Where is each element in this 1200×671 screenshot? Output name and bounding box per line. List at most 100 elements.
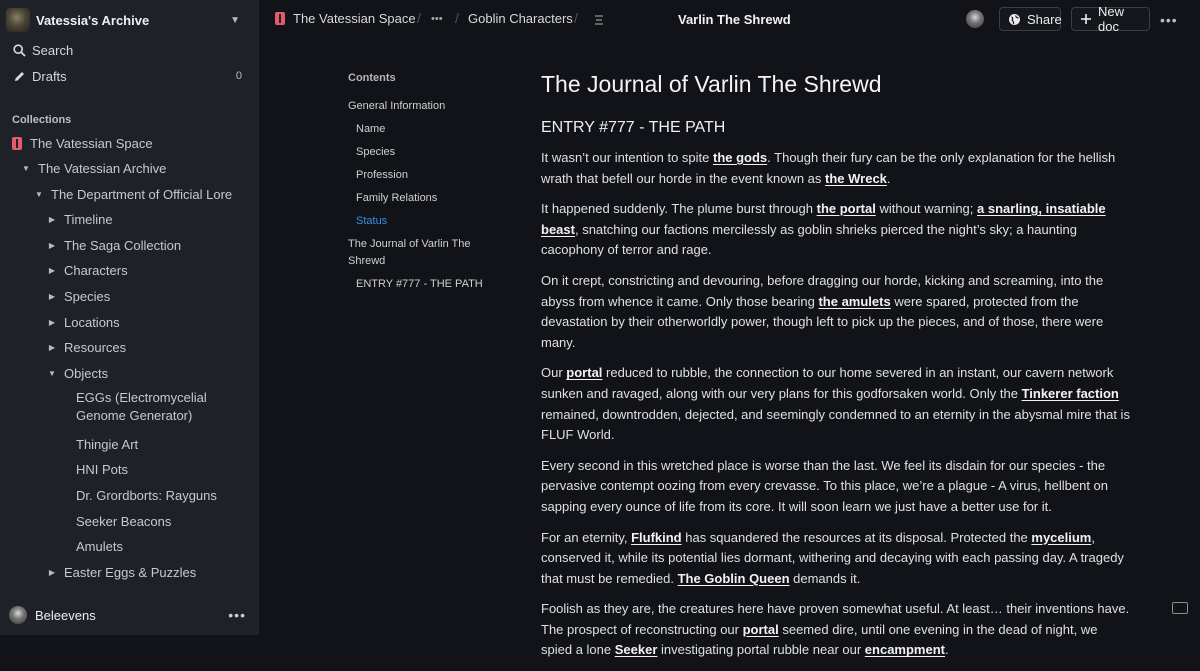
tree-item-label: The Vatessian Archive bbox=[38, 160, 167, 176]
mention-link[interactable]: Flufkind bbox=[631, 530, 682, 545]
caret-right-icon[interactable]: ▶ bbox=[47, 292, 57, 301]
caret-right-icon[interactable]: ▶ bbox=[47, 343, 57, 352]
tree-item-resources[interactable]: ▶ Resources bbox=[47, 336, 126, 358]
paragraph: Foolish as they are, the creatures here … bbox=[541, 599, 1131, 661]
user-name: Beleevens bbox=[35, 607, 96, 623]
breadcrumb-space-label: The Vatessian Space bbox=[293, 11, 416, 26]
mention-link[interactable]: mycelium bbox=[1031, 530, 1091, 545]
more-icon[interactable]: ••• bbox=[1160, 12, 1178, 28]
tree-item-department-lore[interactable]: ▼ The Department of Official Lore bbox=[34, 183, 232, 205]
tree-item-locations[interactable]: ▶ Locations bbox=[47, 311, 120, 333]
breadcrumb-goblin-characters[interactable]: Goblin Characters bbox=[468, 11, 573, 26]
sidebar: Vatessia's Archive ▼ Search Drafts 0 Col… bbox=[0, 0, 259, 635]
chevron-down-icon: ▼ bbox=[230, 14, 240, 26]
mention-link[interactable]: the portal bbox=[817, 201, 876, 216]
text-run: It wasn’t our intention to spite bbox=[541, 150, 713, 165]
pencil-icon bbox=[12, 69, 26, 83]
drafts-link[interactable]: Drafts 0 bbox=[0, 65, 258, 87]
tree-item-label: The Department of Official Lore bbox=[51, 186, 233, 202]
mention-link[interactable]: Tinkerer faction bbox=[1022, 386, 1119, 401]
toc-item[interactable]: Species bbox=[348, 144, 488, 161]
drafts-count: 0 bbox=[235, 70, 242, 82]
entry-heading: ENTRY #777 - THE PATH bbox=[541, 119, 726, 136]
mention-link[interactable]: portal bbox=[566, 365, 602, 380]
collection-vatessian-space[interactable]: The Vatessian Space bbox=[0, 132, 153, 154]
toc-item[interactable]: ENTRY #777 - THE PATH bbox=[348, 276, 488, 293]
text-run: For an eternity, bbox=[541, 529, 632, 545]
toc-heading: Contents bbox=[348, 72, 396, 84]
tree-item-seeker-beacons[interactable]: Seeker Beacons bbox=[76, 510, 171, 532]
caret-down-icon[interactable]: ▼ bbox=[21, 164, 31, 173]
caret-right-icon[interactable]: ▶ bbox=[47, 266, 57, 275]
search-label: Search bbox=[32, 42, 74, 58]
text-run: remained, downtrodden, dejected, and see… bbox=[541, 406, 1130, 443]
tree-item-eggs[interactable]: EGGs (Electromycelial Genome Generator) bbox=[76, 389, 246, 425]
text-run: Every second in this wretched place is w… bbox=[541, 457, 1108, 514]
toc-item[interactable]: Name bbox=[348, 121, 488, 138]
tree-item-label: Locations bbox=[64, 314, 120, 330]
tree-item-label: The Vatessian Space bbox=[30, 135, 153, 151]
book-icon bbox=[275, 12, 285, 25]
text-run: , snatching our factions mercilessly as … bbox=[541, 221, 1077, 258]
book-icon bbox=[12, 136, 22, 150]
text-run: investigating portal rubble near our bbox=[657, 642, 865, 658]
paragraph: Every second in this wretched place is w… bbox=[541, 456, 1131, 518]
list-icon[interactable] bbox=[593, 13, 605, 31]
mention-link[interactable]: the amulets bbox=[818, 294, 890, 309]
text-run: . bbox=[945, 642, 949, 658]
toc-item[interactable]: Profession bbox=[348, 167, 488, 184]
tree-item-vatessian-archive[interactable]: ▼ The Vatessian Archive bbox=[21, 157, 166, 179]
tree-item-amulets[interactable]: Amulets bbox=[76, 535, 123, 557]
tree-item-objects[interactable]: ▼ Objects bbox=[47, 362, 108, 384]
breadcrumb-space[interactable]: The Vatessian Space bbox=[275, 11, 416, 26]
mention-link[interactable]: the Wreck bbox=[825, 171, 887, 186]
toc-item-active[interactable]: Status bbox=[348, 213, 488, 230]
tree-item-label: EGGs (Electromycelial Genome Generator) bbox=[76, 390, 207, 423]
caret-down-icon[interactable]: ▼ bbox=[34, 190, 44, 199]
tree-item-characters[interactable]: ▶ Characters bbox=[47, 259, 128, 281]
paragraph: It wasn’t our intention to spite the god… bbox=[541, 148, 1131, 189]
search-link[interactable]: Search bbox=[0, 39, 258, 61]
keyboard-icon[interactable] bbox=[1172, 602, 1188, 614]
search-icon bbox=[12, 43, 26, 57]
text-run: demands it. bbox=[789, 570, 861, 586]
tree-item-saga-collection[interactable]: ▶ The Saga Collection bbox=[47, 234, 181, 256]
share-button[interactable]: Share bbox=[999, 7, 1062, 31]
share-label: Share bbox=[1027, 11, 1062, 27]
workspace-name: Vatessia's Archive bbox=[36, 12, 150, 28]
text-run: without warning; bbox=[875, 201, 978, 217]
user-menu[interactable]: Beleevens ••• bbox=[0, 595, 258, 635]
tree-item-label: Easter Eggs & Puzzles bbox=[64, 564, 197, 580]
tree-item-species[interactable]: ▶ Species bbox=[47, 285, 110, 307]
caret-right-icon[interactable]: ▶ bbox=[47, 241, 57, 250]
toc-item[interactable]: The Journal of Varlin The Shrewd bbox=[348, 236, 488, 270]
globe-icon bbox=[1008, 13, 1021, 26]
tree-item-easter-eggs[interactable]: ▶ Easter Eggs & Puzzles bbox=[47, 561, 196, 583]
tree-item-timeline[interactable]: ▶ Timeline bbox=[47, 208, 113, 230]
toc-item[interactable]: Family Relations bbox=[348, 190, 488, 207]
tree-item-rayguns[interactable]: Dr. Grordborts: Rayguns bbox=[76, 484, 217, 506]
document-body[interactable]: The Journal of Varlin The Shrewd ENTRY #… bbox=[541, 68, 1131, 671]
paragraph: It happened suddenly. The plume burst th… bbox=[541, 199, 1131, 261]
more-icon[interactable]: ••• bbox=[228, 607, 246, 623]
mention-link[interactable]: encampment bbox=[865, 642, 945, 657]
mention-link[interactable]: the gods bbox=[713, 150, 767, 165]
caret-right-icon[interactable]: ▶ bbox=[47, 568, 57, 577]
table-of-contents: Contents General Information Name Specie… bbox=[348, 72, 488, 299]
tree-item-label: Species bbox=[64, 288, 111, 304]
mention-link[interactable]: Seeker bbox=[615, 642, 658, 657]
tree-item-thingie-art[interactable]: Thingie Art bbox=[76, 433, 138, 455]
workspace-switcher[interactable]: Vatessia's Archive ▼ bbox=[6, 6, 250, 34]
new-doc-button[interactable]: New doc bbox=[1071, 4, 1150, 34]
tree-item-hni-pots[interactable]: HNI Pots bbox=[76, 458, 128, 480]
breadcrumb-more[interactable]: ••• bbox=[431, 13, 443, 25]
caret-right-icon[interactable]: ▶ bbox=[47, 318, 57, 327]
workspace-avatar bbox=[6, 8, 30, 32]
avatar[interactable] bbox=[966, 10, 984, 28]
tree-item-label: Seeker Beacons bbox=[76, 513, 172, 529]
mention-link[interactable]: The Goblin Queen bbox=[678, 571, 790, 586]
paragraph: Our portal reduced to rubble, the connec… bbox=[541, 363, 1131, 445]
caret-right-icon[interactable]: ▶ bbox=[47, 215, 57, 224]
toc-item[interactable]: General Information bbox=[348, 98, 488, 115]
caret-down-icon[interactable]: ▼ bbox=[47, 369, 57, 378]
